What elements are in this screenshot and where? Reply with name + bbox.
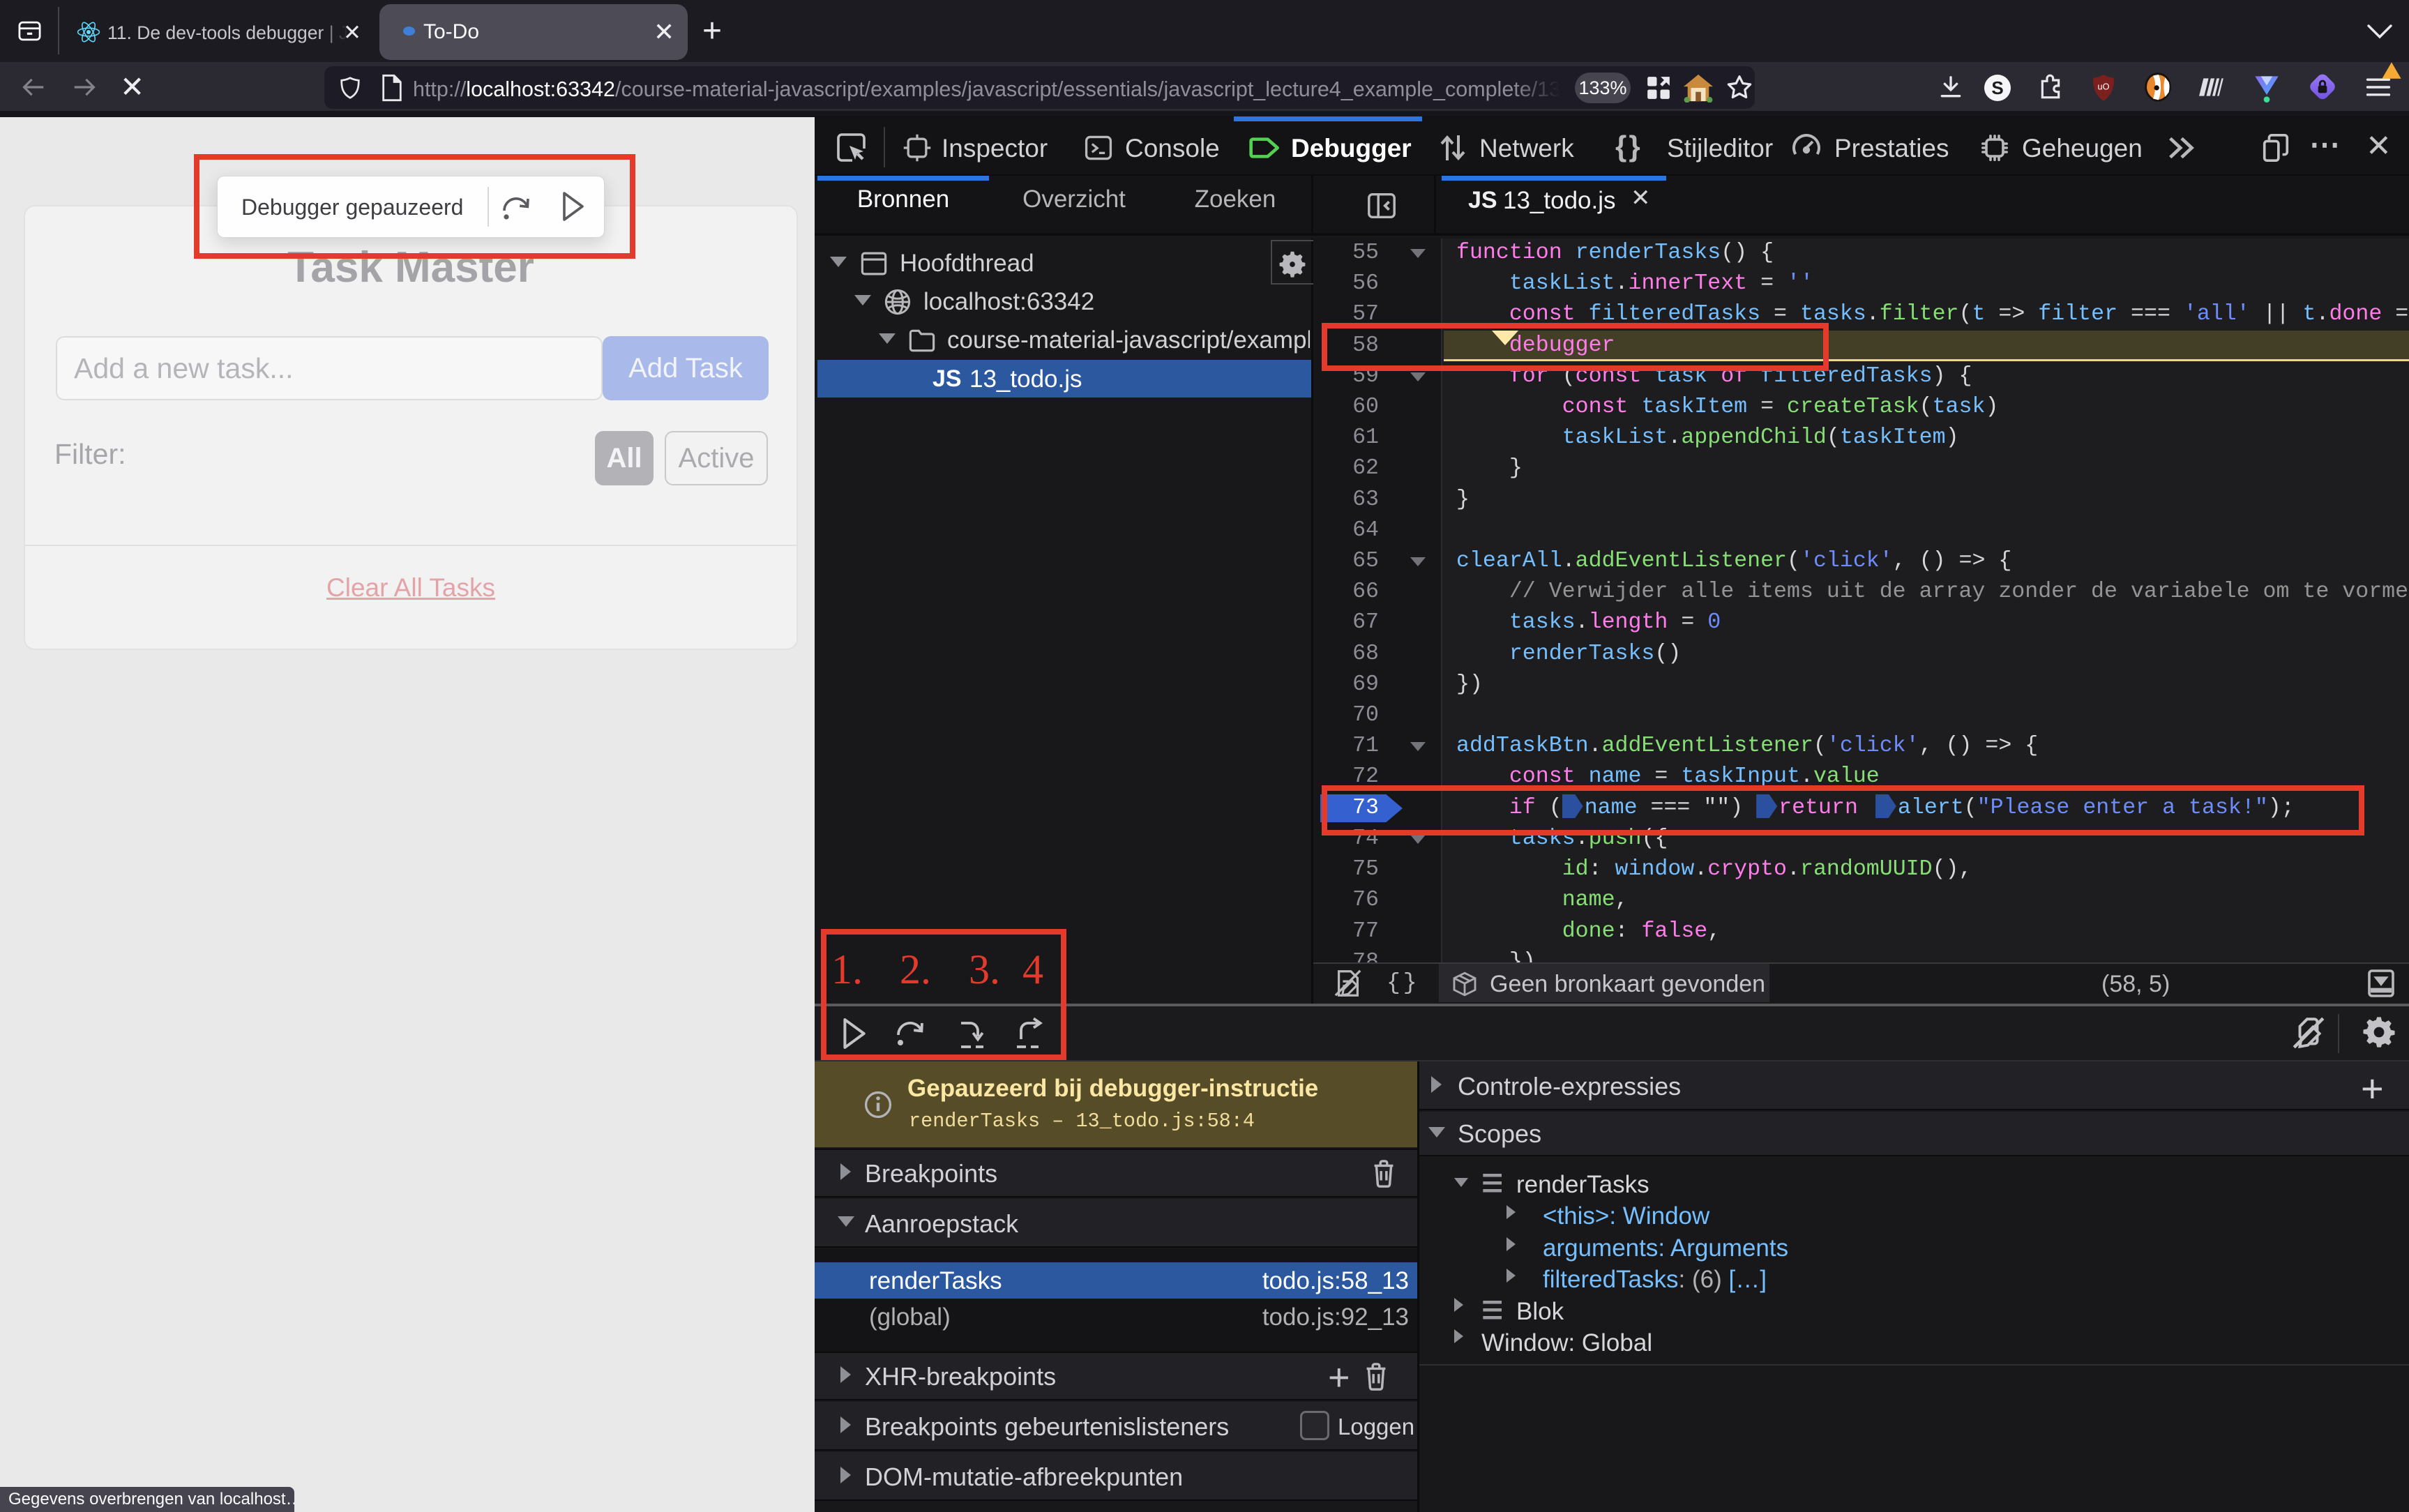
svg-text:uO: uO <box>2098 82 2110 91</box>
